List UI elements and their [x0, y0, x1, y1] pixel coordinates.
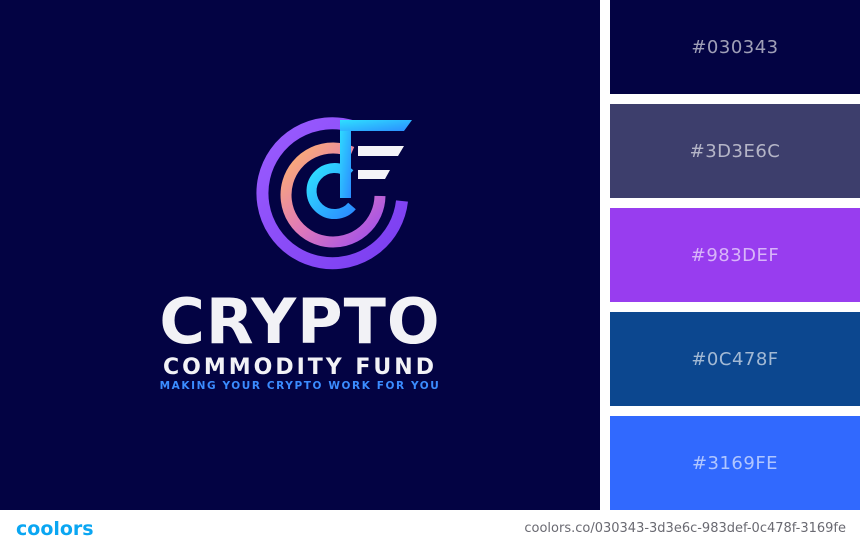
brand-subtitle: COMMODITY FUND	[163, 355, 437, 380]
brand-tagline: MAKING YOUR CRYPTO WORK FOR YOU	[159, 380, 441, 392]
logo-preview: CRYPTO COMMODITY FUND MAKING YOUR CRYPTO…	[0, 0, 600, 510]
palette-url-link[interactable]: coolors.co/030343-3d3e6c-983def-0c478f-3…	[524, 521, 846, 536]
color-swatch[interactable]: #3D3E6C	[610, 104, 860, 198]
color-swatch[interactable]: #0C478F	[610, 312, 860, 406]
color-code: #030343	[691, 36, 779, 58]
brand-title: CRYPTO	[159, 285, 441, 358]
crypto-commodity-fund-logo-icon	[256, 117, 412, 270]
color-code: #0C478F	[691, 348, 779, 370]
color-swatch[interactable]: #3169FE	[610, 416, 860, 510]
color-code: #3169FE	[691, 452, 779, 474]
color-code: #3D3E6C	[689, 140, 781, 162]
footer-bar: coolors coolors.co/030343-3d3e6c-983def-…	[0, 510, 860, 550]
color-swatch[interactable]: #030343	[610, 0, 860, 94]
color-code: #983DEF	[690, 244, 780, 266]
coolors-logo[interactable]: coolors	[16, 518, 94, 540]
color-swatch[interactable]: #983DEF	[610, 208, 860, 302]
color-palette: #030343 #3D3E6C #983DEF #0C478F #3169FE	[610, 0, 860, 510]
